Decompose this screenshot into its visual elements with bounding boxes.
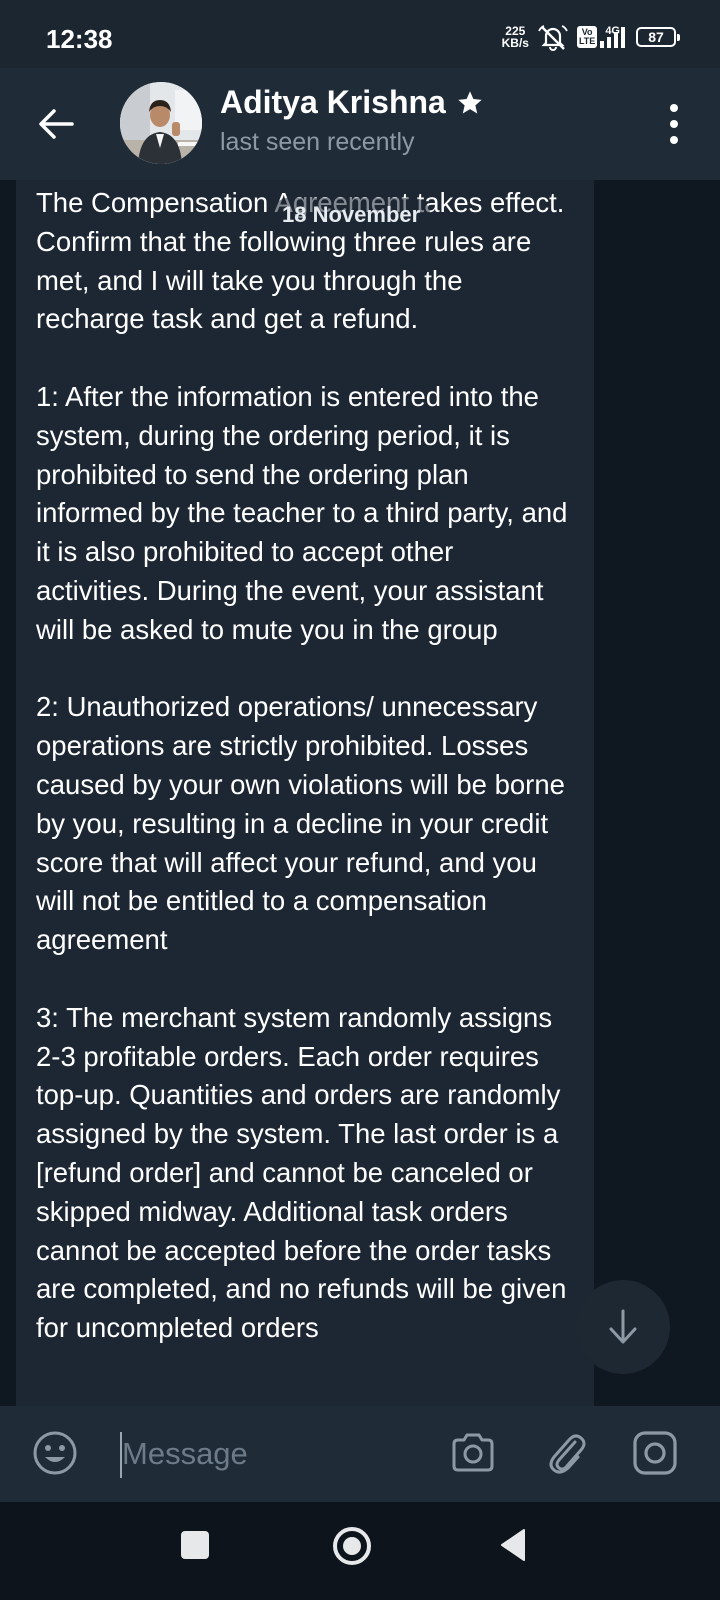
system-nav-bar bbox=[0, 1502, 720, 1600]
more-vert-icon[interactable] bbox=[666, 104, 682, 144]
contact-name[interactable]: Aditya Krishna bbox=[220, 84, 484, 121]
message-list[interactable]: The Compensation Agreement takes effect.… bbox=[0, 180, 720, 1406]
message-composer bbox=[0, 1406, 720, 1502]
date-separator: 18 November bbox=[272, 198, 431, 232]
recents-square-icon[interactable] bbox=[180, 1530, 210, 1560]
star-icon bbox=[458, 90, 482, 113]
arrow-down-icon bbox=[609, 1309, 637, 1344]
message-bubble[interactable]: The Compensation Agreement takes effect.… bbox=[16, 180, 594, 1406]
camera-icon[interactable] bbox=[448, 1428, 498, 1478]
volte-badge: Vo LTE bbox=[576, 26, 598, 48]
attach-icon[interactable] bbox=[542, 1428, 592, 1478]
status-bar: 12:38 225 KB/s Vo LTE 4G 87 bbox=[0, 0, 720, 68]
avatar-photo bbox=[120, 82, 202, 164]
message-text: The Compensation Agreement takes effect.… bbox=[36, 187, 568, 1344]
last-seen-status: last seen recently bbox=[220, 128, 415, 156]
chat-header: Aditya Krishna last seen recently bbox=[0, 68, 720, 180]
network-type: 4G bbox=[605, 25, 620, 37]
mute-icon bbox=[538, 25, 568, 51]
scroll-to-bottom-button[interactable] bbox=[576, 1280, 670, 1374]
clock: 12:38 bbox=[46, 24, 113, 54]
back-triangle-icon[interactable] bbox=[498, 1528, 528, 1562]
status-icons: 225 KB/s Vo LTE 4G 87 bbox=[501, 22, 680, 52]
back-arrow-icon[interactable] bbox=[36, 104, 76, 144]
instagram-icon[interactable] bbox=[630, 1428, 680, 1478]
avatar[interactable] bbox=[120, 82, 202, 164]
emoji-icon[interactable] bbox=[32, 1430, 78, 1476]
network-speed: 225 KB/s bbox=[501, 24, 529, 50]
message-input[interactable] bbox=[122, 1428, 422, 1480]
home-circle-icon[interactable] bbox=[332, 1526, 372, 1566]
battery-indicator: 87 bbox=[636, 27, 680, 47]
